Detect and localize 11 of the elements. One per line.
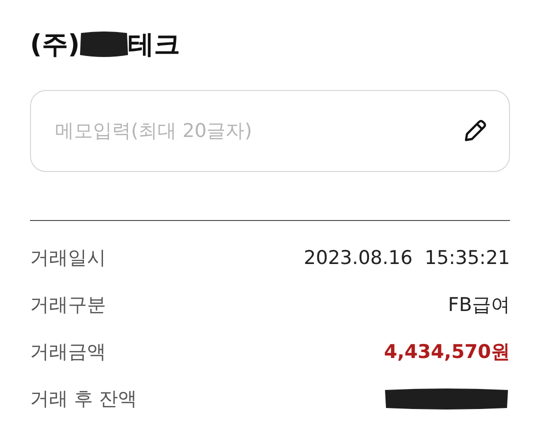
detail-label: 거래구분 — [30, 293, 106, 318]
detail-value: 2023.08.16 15:35:21 — [304, 247, 510, 269]
company-name-prefix: (주) — [30, 28, 80, 62]
detail-value: FB급여 — [448, 293, 510, 318]
amount-value: 4,434,570원 — [384, 340, 510, 365]
pencil-icon[interactable] — [462, 118, 488, 144]
detail-label: 거래일시 — [30, 246, 106, 271]
company-name-suffix: 테크 — [128, 28, 180, 62]
memo-input-field[interactable]: 메모입력(최대 20글자) — [30, 90, 510, 172]
detail-label: 거래금액 — [30, 340, 106, 365]
detail-label: 거래 후 잔액 — [30, 387, 138, 412]
